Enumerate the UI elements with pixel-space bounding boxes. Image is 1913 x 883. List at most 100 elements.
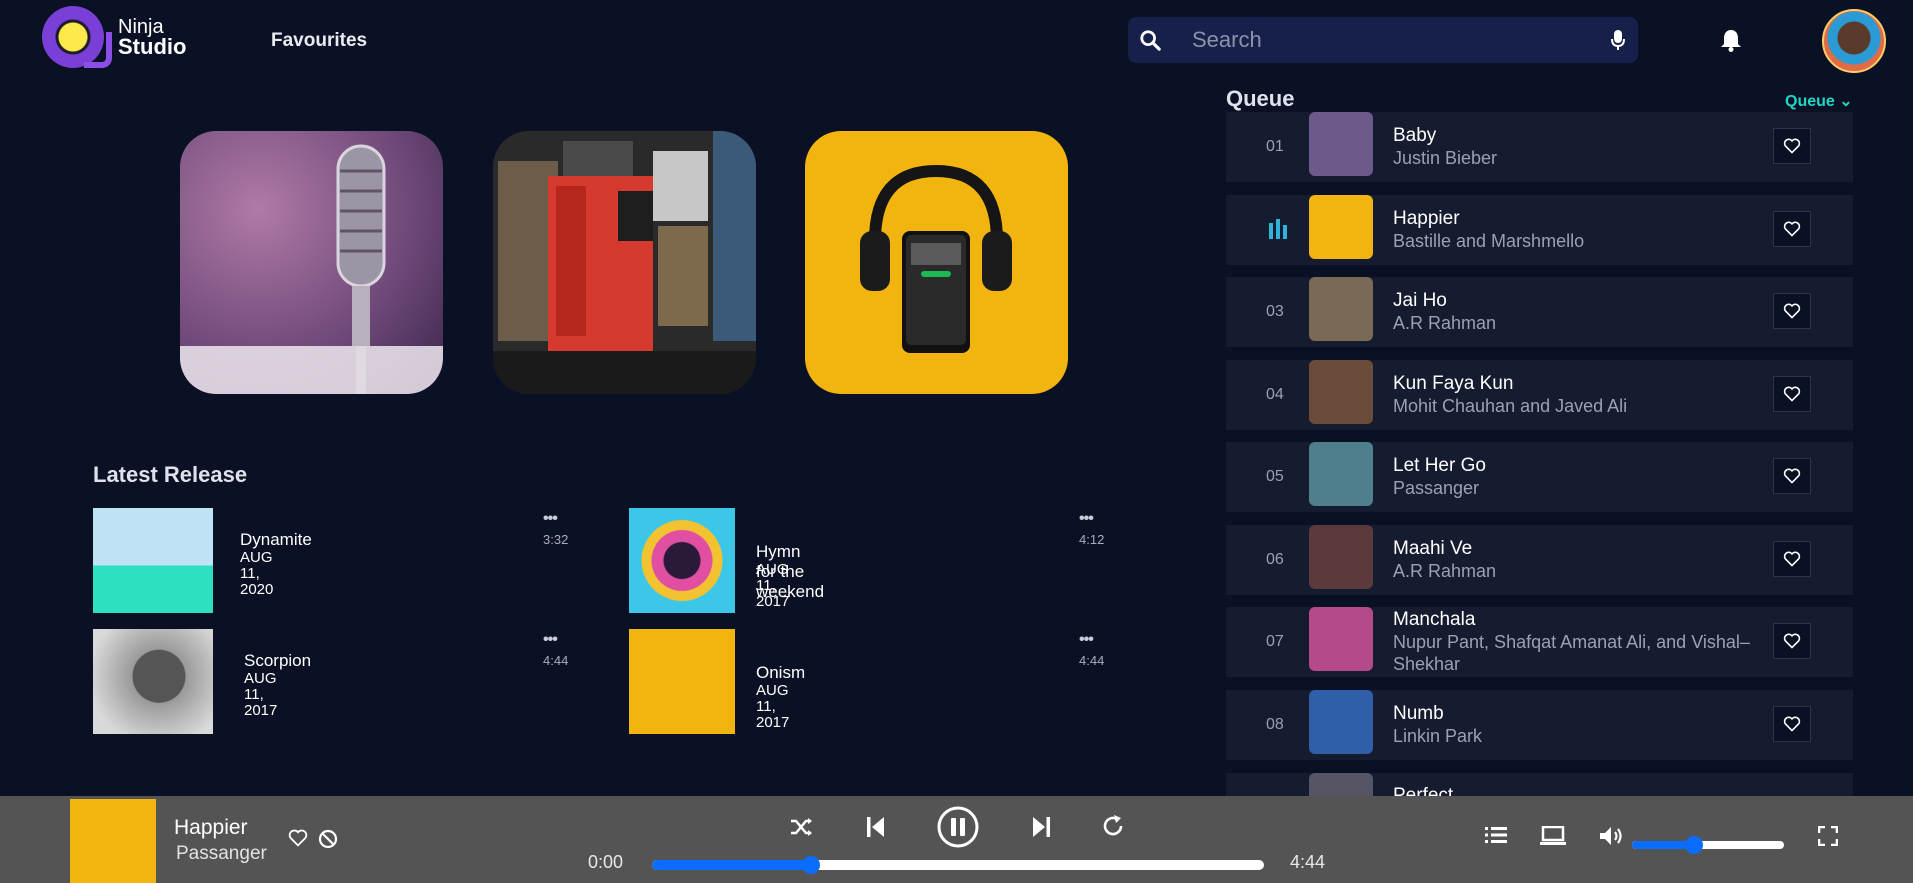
player-bar: Happier Passanger 0:00 4:44 <box>0 796 1913 883</box>
release-date: AUG 11, 2020 <box>240 550 273 598</box>
queue-song-title: Baby <box>1393 125 1437 146</box>
queue-number: 01 <box>1266 138 1284 155</box>
like-heart-icon[interactable] <box>288 829 308 852</box>
repeat-icon[interactable] <box>1101 814 1125 843</box>
next-track-icon[interactable] <box>1031 816 1051 843</box>
favorite-heart-icon[interactable] <box>1773 541 1811 577</box>
release-title: Onism <box>756 663 806 682</box>
queue-thumb <box>1309 360 1373 424</box>
microphone-icon[interactable] <box>1598 29 1638 51</box>
favorite-heart-icon[interactable] <box>1773 706 1811 742</box>
featured-card-headphones[interactable] <box>805 131 1068 394</box>
queue-thumb <box>1309 195 1373 259</box>
more-options-icon[interactable]: ••• <box>1079 510 1094 528</box>
queue-thumb <box>1309 277 1373 341</box>
search-bar[interactable] <box>1128 17 1638 63</box>
queue-list-icon[interactable] <box>1485 826 1507 849</box>
release-cover <box>629 508 735 613</box>
queue-number: 04 <box>1266 386 1284 403</box>
queue-row[interactable]: 04 Kun Faya Kun Mohit Chauhan and Javed … <box>1226 360 1853 430</box>
queue-song-title: Maahi Ve <box>1393 538 1473 559</box>
queue-row[interactable]: 05 Let Her Go Passanger <box>1226 442 1853 512</box>
ninja-logo-icon <box>42 6 112 68</box>
queue-dropdown[interactable]: Queue ⌄ <box>1785 91 1853 111</box>
release-date-line2: 2017 <box>244 702 278 719</box>
queue-number: 08 <box>1266 716 1284 733</box>
now-playing-artist: Passanger <box>176 843 267 864</box>
queue-song-artist: Bastille and Marshmello <box>1393 231 1585 251</box>
release-duration: 3:32 <box>543 532 569 547</box>
queue-thumb <box>1309 112 1373 176</box>
current-time: 0:00 <box>588 852 624 872</box>
favorite-heart-icon[interactable] <box>1773 458 1811 494</box>
now-playing-bars-icon <box>1268 219 1288 244</box>
featured-card-records[interactable] <box>493 131 756 394</box>
block-icon[interactable] <box>318 829 338 854</box>
fullscreen-icon[interactable] <box>1817 825 1839 851</box>
featured-card-microphone[interactable] <box>180 131 443 394</box>
app-logo[interactable]: Ninja Studio <box>42 6 186 68</box>
bell-icon[interactable] <box>1720 28 1742 57</box>
volume-slider[interactable] <box>1632 836 1784 854</box>
release-date-line1: AUG 11, <box>244 670 277 703</box>
user-avatar[interactable] <box>1822 9 1886 73</box>
search-icon[interactable] <box>1128 29 1172 51</box>
queue-song-title: Happier <box>1393 208 1460 229</box>
release-date: AUG 11, 2017 <box>756 561 790 610</box>
queue-title: Queue <box>1226 86 1295 111</box>
release-cover <box>93 629 213 734</box>
queue-row-playing[interactable]: Happier Bastille and Marshmello <box>1226 195 1853 265</box>
queue-song-artist: Nupur Pant, Shafqat Amanat Ali, and Vish… <box>1393 632 1750 674</box>
queue-song-artist: Mohit Chauhan and Javed Ali <box>1393 396 1628 416</box>
latest-release-title: Latest Release <box>93 462 248 487</box>
queue-row[interactable]: 01 Baby Justin Bieber <box>1226 112 1853 182</box>
total-time: 4:44 <box>1290 852 1326 872</box>
release-title: Dynamite <box>240 530 312 549</box>
volume-icon[interactable] <box>1599 826 1625 851</box>
seek-bar-fill <box>652 860 812 870</box>
app-name-line2: Studio <box>118 34 187 59</box>
pause-button[interactable] <box>937 806 979 853</box>
queue-song-title: Jai Ho <box>1393 290 1447 311</box>
search-input[interactable] <box>1172 27 1598 53</box>
favorite-heart-icon[interactable] <box>1773 211 1811 247</box>
microphone-illustration <box>180 144 443 394</box>
connect-device-icon[interactable] <box>1540 825 1566 851</box>
now-playing-title: Happier <box>174 816 248 839</box>
queue-row[interactable]: 07 Manchala Nupur Pant, Shafqat Amanat A… <box>1226 607 1853 677</box>
queue-row[interactable]: 06 Maahi Ve A.R Rahman <box>1226 525 1853 595</box>
queue-song-title: Numb <box>1393 703 1444 724</box>
queue-thumb <box>1309 690 1373 754</box>
seek-knob[interactable] <box>802 856 821 874</box>
release-date: AUG 11, 2017 <box>756 682 790 731</box>
release-title: Scorpion <box>244 651 312 670</box>
previous-track-icon[interactable] <box>866 816 886 843</box>
favorite-heart-icon[interactable] <box>1773 293 1811 329</box>
queue-dropdown-label: Queue <box>1785 93 1835 110</box>
queue-row[interactable]: 03 Jai Ho A.R Rahman <box>1226 277 1853 347</box>
release-date: AUG 11, 2017 <box>244 671 277 719</box>
more-options-icon[interactable]: ••• <box>543 510 558 528</box>
release-date-line1: AUG 11, <box>240 549 273 582</box>
favorite-heart-icon[interactable] <box>1773 128 1811 164</box>
queue-row[interactable]: 08 Numb Linkin Park <box>1226 690 1853 760</box>
release-date-line2: 2020 <box>240 581 274 598</box>
more-options-icon[interactable]: ••• <box>1079 631 1094 649</box>
volume-knob[interactable] <box>1685 836 1704 854</box>
nav-favourites[interactable]: Favourites <box>271 30 367 52</box>
queue-number: 03 <box>1266 303 1284 320</box>
queue-thumb <box>1309 525 1373 589</box>
queue-song-title: Let Her Go <box>1393 455 1486 476</box>
favorite-heart-icon[interactable] <box>1773 623 1811 659</box>
shuffle-icon[interactable] <box>790 816 814 843</box>
queue-list[interactable]: 01 Baby Justin Bieber Happier Bastille a… <box>1226 112 1853 796</box>
vinyl-records-illustration <box>493 131 756 394</box>
queue-row[interactable]: Perfect <box>1226 773 1853 796</box>
queue-song-title: Kun Faya Kun <box>1393 373 1514 394</box>
queue-thumb <box>1309 773 1373 796</box>
queue-number: 06 <box>1266 551 1284 568</box>
seek-bar[interactable] <box>652 856 1264 874</box>
queue-number: 07 <box>1266 633 1284 650</box>
more-options-icon[interactable]: ••• <box>543 631 558 649</box>
favorite-heart-icon[interactable] <box>1773 376 1811 412</box>
